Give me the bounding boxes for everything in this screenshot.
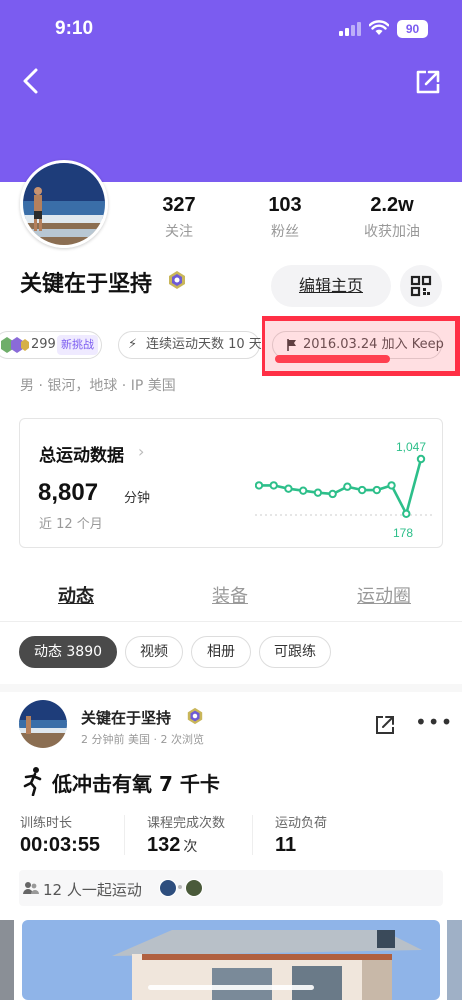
metric-divider [252, 815, 253, 855]
location-info: 男 · 银河，地球 · IP 美国 [20, 378, 176, 394]
filter-moments[interactable]: 动态 3890 [19, 636, 117, 668]
chart-point [255, 481, 264, 490]
chart-point [298, 486, 308, 495]
wifi-icon [369, 20, 389, 35]
running-figure-icon [23, 767, 42, 796]
dot-separator [178, 885, 182, 889]
back-arrow-icon[interactable] [16, 66, 46, 96]
next-photo-peek [447, 920, 462, 1000]
participant-avatar [185, 879, 203, 897]
tab-divider [0, 621, 462, 622]
tab-sport-circle[interactable]: 运动圈 [357, 582, 411, 608]
sport-period: 近 12 个月 [39, 517, 103, 532]
level-badge-icon[interactable] [167, 270, 187, 290]
chart-point [402, 509, 411, 518]
chart-point [372, 485, 382, 495]
challenge-badges-icon [1, 337, 29, 353]
streak-text: 连续运动天数 10 天 [146, 337, 262, 352]
following-stat[interactable]: 327 关注 [144, 194, 214, 241]
chart-point [284, 484, 293, 493]
red-highlight-annotation [262, 316, 460, 376]
post-level-badge-icon [187, 707, 203, 725]
tab-moments[interactable]: 动态 [58, 582, 94, 608]
new-challenge-tag: 新挑战 [57, 335, 98, 355]
metric-duration-label: 训练时长 [20, 816, 73, 831]
qr-code-icon [410, 275, 432, 297]
filter-album[interactable]: 相册 [191, 636, 251, 668]
challenge-count: 299 [31, 337, 56, 352]
chart-min-label: 178 [393, 526, 413, 537]
chart-series-line [259, 458, 423, 516]
post-meta: 2 分钟前 美国 · 2 次浏览 [81, 733, 204, 746]
challenge-chip[interactable]: 299 新挑战 [0, 331, 102, 359]
chart-point [387, 481, 396, 490]
more-options-icon[interactable]: ••• [415, 710, 453, 734]
chevron-right-icon: › [138, 442, 145, 461]
filter-followable[interactable]: 可跟练 [259, 636, 331, 668]
sport-trend-chart: 1,047 178 [255, 440, 435, 537]
people-icon [23, 882, 39, 894]
sport-total-value: 8,807 [38, 479, 99, 506]
post-author-name[interactable]: 关键在于坚持 [81, 707, 171, 728]
section-separator [0, 684, 462, 692]
metric-load-label: 运动负荷 [275, 816, 328, 831]
chart-point [328, 489, 337, 499]
chart-point [343, 482, 352, 491]
participant-avatar [159, 879, 177, 897]
chart-point [416, 454, 426, 464]
chart-point [357, 485, 367, 495]
cheers-label: 收获加油 [364, 224, 420, 240]
username: 关键在于坚持 [20, 272, 153, 297]
qr-code-button[interactable] [400, 265, 442, 307]
metric-divider [124, 815, 125, 855]
battery-indicator: 90 [397, 20, 428, 38]
home-indicator [148, 985, 314, 990]
exercise-together-bar[interactable]: 12 人一起运动 [19, 870, 443, 906]
chart-max-label: 1,047 [396, 440, 426, 454]
red-underline-mark [275, 355, 390, 363]
edit-profile-button[interactable]: 编辑主页 [271, 265, 391, 307]
post-share-icon[interactable] [374, 714, 396, 736]
prev-photo-peek [0, 920, 14, 1000]
workout-title: 低冲击有氧 7 千卡 [52, 772, 220, 796]
exercise-together-text: 12 人一起运动 [43, 881, 142, 899]
cheers-count: 2.2w [370, 194, 414, 216]
lightning-icon: ⚡ [128, 337, 138, 352]
following-label: 关注 [165, 224, 193, 240]
metric-duration-value: 00:03:55 [20, 834, 101, 856]
metric-completions-label: 课程完成次数 [147, 816, 226, 831]
share-icon[interactable] [414, 68, 442, 96]
tab-equipment[interactable]: 装备 [212, 582, 248, 608]
metric-load-value: 11 [275, 834, 297, 856]
fans-label: 粉丝 [271, 224, 299, 240]
status-time: 9:10 [55, 18, 94, 39]
cheers-stat[interactable]: 2.2w 收获加油 [352, 194, 432, 241]
post-author-avatar[interactable] [19, 700, 67, 748]
sport-summary-card[interactable]: 总运动数据 › 8,807 分钟 近 12 个月 1,047 178 [19, 418, 443, 548]
streak-chip[interactable]: ⚡ 连续运动天数 10 天 [118, 331, 262, 359]
sport-summary-title: 总运动数据 [39, 446, 124, 466]
chart-point [313, 488, 323, 497]
chart-point [269, 481, 278, 490]
fans-stat[interactable]: 103 粉丝 [250, 194, 320, 241]
following-count: 327 [162, 194, 196, 216]
fans-count: 103 [268, 194, 302, 216]
post-avatar-photo [19, 700, 67, 748]
filter-video[interactable]: 视频 [125, 636, 183, 668]
signal-icon [339, 22, 361, 36]
avatar[interactable] [20, 160, 108, 248]
sport-total-unit: 分钟 [124, 491, 151, 506]
metric-completions-value: 132 次 [147, 834, 198, 856]
